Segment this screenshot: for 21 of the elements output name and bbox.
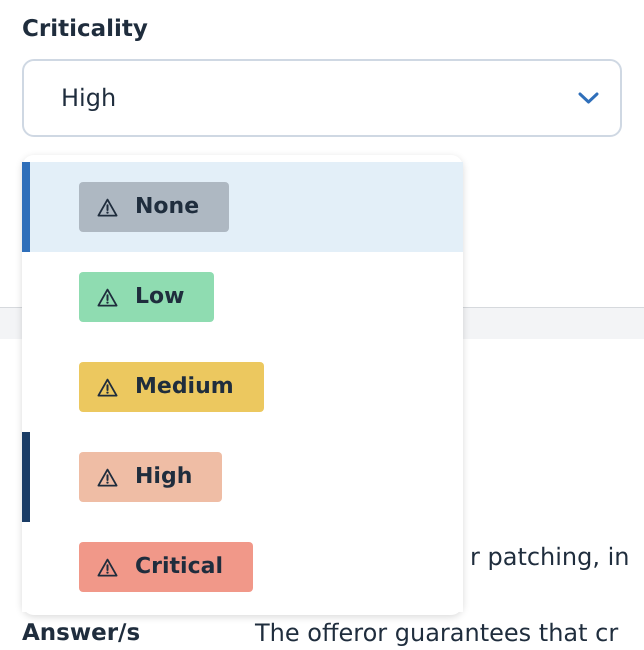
warning-icon <box>97 288 118 306</box>
tag-label: Medium <box>135 373 234 401</box>
warning-icon <box>97 198 118 216</box>
warning-icon <box>97 558 118 576</box>
row-label: Answer/s <box>22 620 140 646</box>
tag-label: None <box>135 193 200 221</box>
chevron-down-icon <box>578 92 599 104</box>
tag-label: Low <box>135 283 184 311</box>
warning-icon <box>97 378 118 396</box>
field-label: Criticality <box>22 15 148 44</box>
warning-icon <box>97 468 118 486</box>
tag-label: High <box>135 463 192 491</box>
menu-option[interactable]: None <box>22 162 463 252</box>
row-text: r patching, in <box>470 543 630 571</box>
menu-option[interactable]: Critical <box>22 522 463 612</box>
menu-option[interactable]: Medium <box>22 342 463 432</box>
menu-option[interactable]: Low <box>22 252 463 342</box>
menu-option[interactable]: High <box>22 432 463 522</box>
row-text: The offeror guarantees that cr <box>255 619 618 647</box>
select-field[interactable]: High <box>22 59 622 137</box>
tag-label: Critical <box>135 553 224 581</box>
